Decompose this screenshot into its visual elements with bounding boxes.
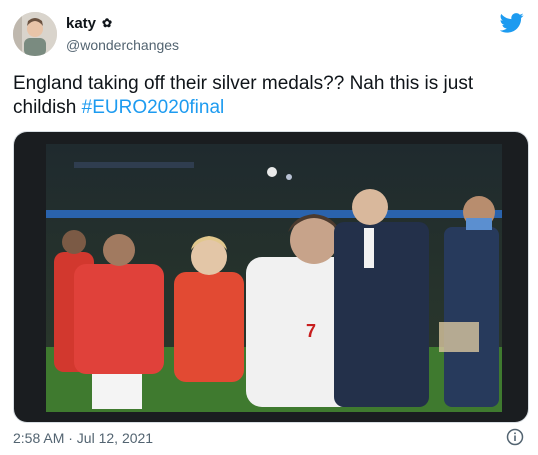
- info-icon[interactable]: [506, 428, 524, 446]
- tweet-media[interactable]: 7: [13, 131, 529, 423]
- media-image: 7: [14, 132, 528, 422]
- tweet-text: England taking off their silver medals??…: [13, 72, 523, 120]
- display-name[interactable]: katy ✿: [66, 15, 112, 32]
- tweet-card: katy ✿ @wonderchanges England taking off …: [0, 0, 538, 455]
- timestamp[interactable]: 2:58 AM · Jul 12, 2021: [13, 430, 153, 446]
- avatar[interactable]: [13, 12, 57, 56]
- svg-text:7: 7: [306, 321, 316, 341]
- display-name-text: katy: [66, 15, 97, 32]
- hashtag-link[interactable]: #EURO2020final: [82, 97, 225, 118]
- twitter-bird-icon[interactable]: [500, 13, 524, 33]
- user-handle[interactable]: @wonderchanges: [66, 37, 179, 53]
- avatar-photo: [13, 12, 57, 56]
- flower-icon: ✿: [102, 16, 113, 30]
